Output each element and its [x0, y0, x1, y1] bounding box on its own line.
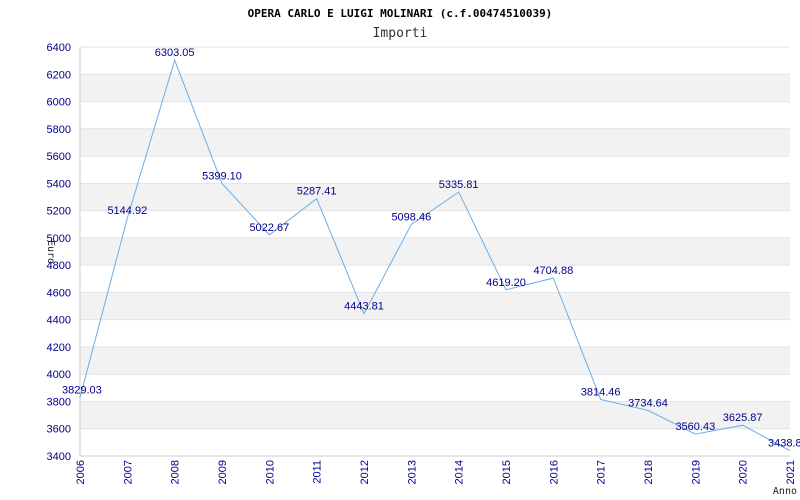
- data-label: 5144.92: [107, 205, 147, 217]
- x-tick-label: 2010: [264, 460, 276, 484]
- y-tick-label: 3800: [47, 396, 71, 408]
- x-tick-label: 2016: [548, 460, 560, 484]
- data-label: 5335.81: [439, 179, 479, 191]
- y-tick-label: 6200: [47, 69, 71, 81]
- x-tick-label: 2019: [690, 460, 702, 484]
- data-label: 4443.81: [344, 301, 384, 313]
- y-tick-label: 5600: [47, 151, 71, 163]
- data-label: 3625.87: [723, 412, 763, 424]
- data-label: 6303.05: [155, 47, 195, 59]
- y-tick-label: 4600: [47, 287, 71, 299]
- data-label: 5098.46: [391, 211, 431, 223]
- x-tick-label: 2013: [406, 460, 418, 484]
- data-label: 3814.46: [581, 386, 621, 398]
- x-tick-label: 2008: [170, 460, 182, 484]
- x-tick-label: 2015: [501, 460, 513, 484]
- y-tick-label: 3400: [47, 451, 71, 463]
- data-label: 5399.10: [202, 170, 242, 182]
- data-label: 4704.88: [533, 265, 573, 277]
- data-label: 5022.67: [249, 222, 289, 234]
- x-tick-label: 2006: [75, 460, 87, 484]
- x-tick-label: 2021: [785, 460, 797, 484]
- x-tick-label: 2014: [454, 460, 466, 484]
- grid-band: [80, 74, 790, 102]
- y-tick-label: 5800: [47, 124, 71, 136]
- line-chart: 3400360038004000420044004600480050005200…: [45, 7, 800, 497]
- y-tick-label: 4200: [47, 342, 71, 354]
- data-label: 3734.64: [628, 397, 668, 409]
- grid-band: [80, 183, 790, 211]
- x-tick-label: 2009: [217, 460, 229, 484]
- y-tick-label: 6400: [47, 42, 71, 54]
- data-label: 5287.41: [297, 186, 337, 198]
- x-tick-label: 2017: [596, 460, 608, 484]
- x-tick-label: 2011: [312, 460, 324, 484]
- y-axis-label: Euro: [45, 240, 56, 264]
- x-axis-label: Anno: [773, 486, 797, 497]
- data-label: 3560.43: [675, 421, 715, 433]
- x-tick-label: 2020: [738, 460, 750, 484]
- grid-band: [80, 128, 790, 157]
- data-label: 3829.03: [62, 385, 102, 397]
- data-label: 3438.8: [768, 438, 800, 450]
- y-tick-label: 5400: [47, 178, 71, 190]
- x-tick-label: 2018: [643, 460, 655, 484]
- chart-subtitle: Importi: [373, 26, 428, 41]
- chart-title: OPERA CARLO E LUIGI MOLINARI (c.f.004745…: [248, 7, 553, 20]
- x-tick-label: 2012: [359, 460, 371, 484]
- grid-bands: [80, 74, 790, 429]
- grid-band: [80, 346, 790, 375]
- x-tick-label: 2007: [122, 460, 134, 484]
- data-label: 4619.20: [486, 277, 526, 289]
- y-tick-label: 5200: [47, 206, 71, 218]
- y-tick-label: 6000: [47, 97, 71, 109]
- y-tick-label: 4400: [47, 315, 71, 327]
- y-tick-label: 3600: [47, 424, 71, 436]
- grid-band: [80, 292, 790, 320]
- x-tick-labels: 2006 2007 2008 2009 2010 2011 2012 2013 2014 2015…: [75, 460, 797, 484]
- grid-band: [80, 237, 790, 266]
- y-tick-label: 4000: [47, 369, 71, 381]
